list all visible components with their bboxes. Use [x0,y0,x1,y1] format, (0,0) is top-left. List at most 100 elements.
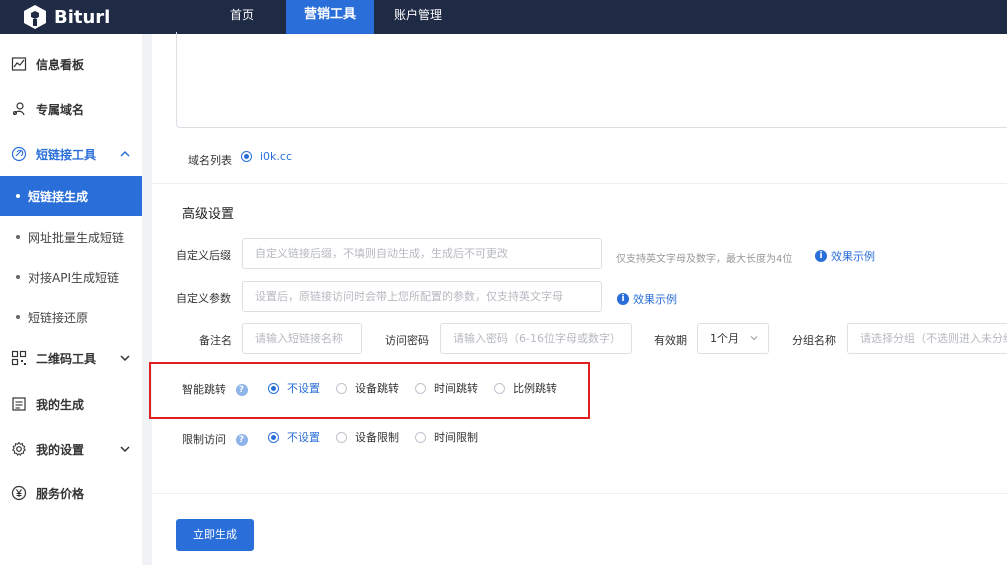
sidebar-item-label: 服务价格 [36,486,85,501]
section-divider [152,183,1007,184]
top-navbar: Biturl 首页 营销工具 账户管理 [0,0,1007,34]
validity-select[interactable]: 1个月 [697,323,769,354]
chevron-down-icon [750,336,758,341]
radio-icon[interactable] [336,431,347,443]
radio-label: 时间跳转 [434,382,478,395]
sidebar-item-label: 我的生成 [36,397,85,412]
custom-suffix-label: 自定义后缀 [176,249,231,262]
radio-label: 设备限制 [355,431,399,444]
radio-label: 设备跳转 [355,382,399,395]
validity-value: 1个月 [710,332,739,345]
domain-option-label: i0k.cc [260,150,293,163]
nav-account-management[interactable]: 账户管理 [380,0,456,34]
sidebar-item-dashboard[interactable]: 信息看板 [0,44,142,84]
custom-params-input[interactable]: 设置后，原链接访问时会带上您所配置的参数，仅支持英文字母 [242,281,602,312]
radio-icon[interactable] [494,382,505,394]
remark-label: 备注名 [199,334,232,347]
restrict-option-device[interactable]: 设备限制 [336,429,399,445]
example-link-label: 效果示例 [633,293,677,306]
chevron-down-icon[interactable] [118,351,132,365]
sidebar-subitem-label: 短链接还原 [28,310,89,325]
radio-label: 比例跳转 [513,382,557,395]
logo-text: Biturl [54,6,111,28]
radio-checked-icon[interactable] [241,151,252,162]
help-icon[interactable]: ? [235,434,248,446]
list-icon [10,395,28,413]
sidebar-subitem-label: 短链接生成 [28,189,89,204]
footer-divider [152,493,1007,494]
link-icon [10,145,28,163]
custom-params-label: 自定义参数 [176,292,231,305]
restrict-option-time[interactable]: 时间限制 [415,429,478,445]
sidebar-subitem-label: 网址批量生成短链 [28,230,125,245]
sidebar-subitem-restore[interactable]: 短链接还原 [0,297,142,337]
restrict-option-none[interactable]: 不设置 [268,429,320,445]
password-input[interactable]: 请输入密码（6-16位字母或数字） [440,323,632,354]
sidebar-subitem-label: 对接API生成短链 [28,270,119,285]
generate-now-button[interactable]: 立即生成 [176,519,254,551]
group-label: 分组名称 [792,334,836,347]
custom-suffix-input[interactable]: 自定义链接后缀，不填则自动生成，生成后不可更改 [242,238,602,269]
params-example-link[interactable]: i 效果示例 [617,291,677,307]
sidebar-item-my-settings[interactable]: 我的设置 [0,429,142,469]
content-gutter [142,34,152,565]
remark-input[interactable]: 请输入短链接名称 [242,323,362,354]
sidebar-subitem-shortlink-generate[interactable]: 短链接生成 [0,176,142,216]
logo-icon [24,5,46,29]
advanced-settings-title: 高级设置 [182,207,235,222]
restrict-access-label-text: 限制访问 [182,433,226,446]
sidebar-item-label: 专属域名 [36,102,85,117]
restrict-access-label: 限制访问 ? [182,431,248,447]
group-select[interactable]: 请选择分组（不选则进入未分组） [847,323,1007,354]
smart-redirect-radio-group: 不设置 设备跳转 时间跳转 比例跳转 [268,380,573,396]
qrcode-icon [10,349,28,367]
domain-option[interactable]: i0k.cc [241,150,292,163]
radio-label: 时间限制 [434,431,478,444]
main-content: 域名列表 i0k.cc 高级设置 自定义后缀 自定义链接后缀，不填则自动生成，生… [149,32,1007,565]
sidebar-item-my-generated[interactable]: 我的生成 [0,384,142,424]
suffix-example-link[interactable]: i 效果示例 [815,248,875,264]
url-textarea[interactable] [176,32,1007,128]
radio-label: 不设置 [287,382,320,395]
sidebar-item-shortlink-tools[interactable]: 短链接工具 [0,134,142,174]
restrict-access-radio-group: 不设置 设备限制 时间限制 [268,429,494,445]
radio-checked-icon[interactable] [268,382,279,394]
smart-redirect-option-time[interactable]: 时间跳转 [415,380,478,396]
radio-icon[interactable] [415,382,426,394]
help-icon[interactable]: ? [235,384,248,396]
logo[interactable]: Biturl [22,3,110,31]
smart-redirect-label-text: 智能跳转 [182,383,226,396]
bullet-dot [16,315,20,319]
chevron-down-icon[interactable] [118,442,132,456]
sidebar-item-pricing[interactable]: 服务价格 [0,473,142,513]
bullet-dot [16,275,20,279]
custom-suffix-hint: 仅支持英文字母及数字，最大长度为4位 [616,254,793,265]
nav-home[interactable]: 首页 [210,0,274,34]
domain-list-label: 域名列表 [188,154,232,167]
validity-label: 有效期 [654,334,687,347]
nav-marketing-tools[interactable]: 营销工具 [286,0,374,34]
radio-checked-icon[interactable] [268,431,279,443]
radio-icon[interactable] [415,431,426,443]
sidebar-item-qrcode-tools[interactable]: 二维码工具 [0,338,142,378]
sidebar-subitem-api-generate[interactable]: 对接API生成短链 [0,257,142,297]
smart-redirect-label: 智能跳转 ? [182,381,248,397]
bullet-dot [16,235,20,239]
smart-redirect-option-device[interactable]: 设备跳转 [336,380,399,396]
chart-icon [10,55,28,73]
chevron-up-icon[interactable] [118,147,132,161]
radio-label: 不设置 [287,431,320,444]
sidebar-item-label: 信息看板 [36,57,85,72]
sidebar-subitem-batch-generate[interactable]: 网址批量生成短链 [0,217,142,257]
smart-redirect-option-none[interactable]: 不设置 [268,380,320,396]
sidebar-item-domain[interactable]: 专属域名 [0,89,142,129]
password-label: 访问密码 [385,334,429,347]
yen-icon [10,484,28,502]
bullet-dot [16,194,20,198]
sidebar-item-label: 短链接工具 [36,147,97,162]
info-icon: i [815,250,827,262]
radio-icon[interactable] [336,382,347,394]
sidebar: 信息看板 专属域名 短链接工具 短链接生成 网址批量生成短链 对接API生成短链… [0,34,142,565]
sidebar-item-label: 我的设置 [36,442,85,457]
smart-redirect-option-ratio[interactable]: 比例跳转 [494,380,557,396]
